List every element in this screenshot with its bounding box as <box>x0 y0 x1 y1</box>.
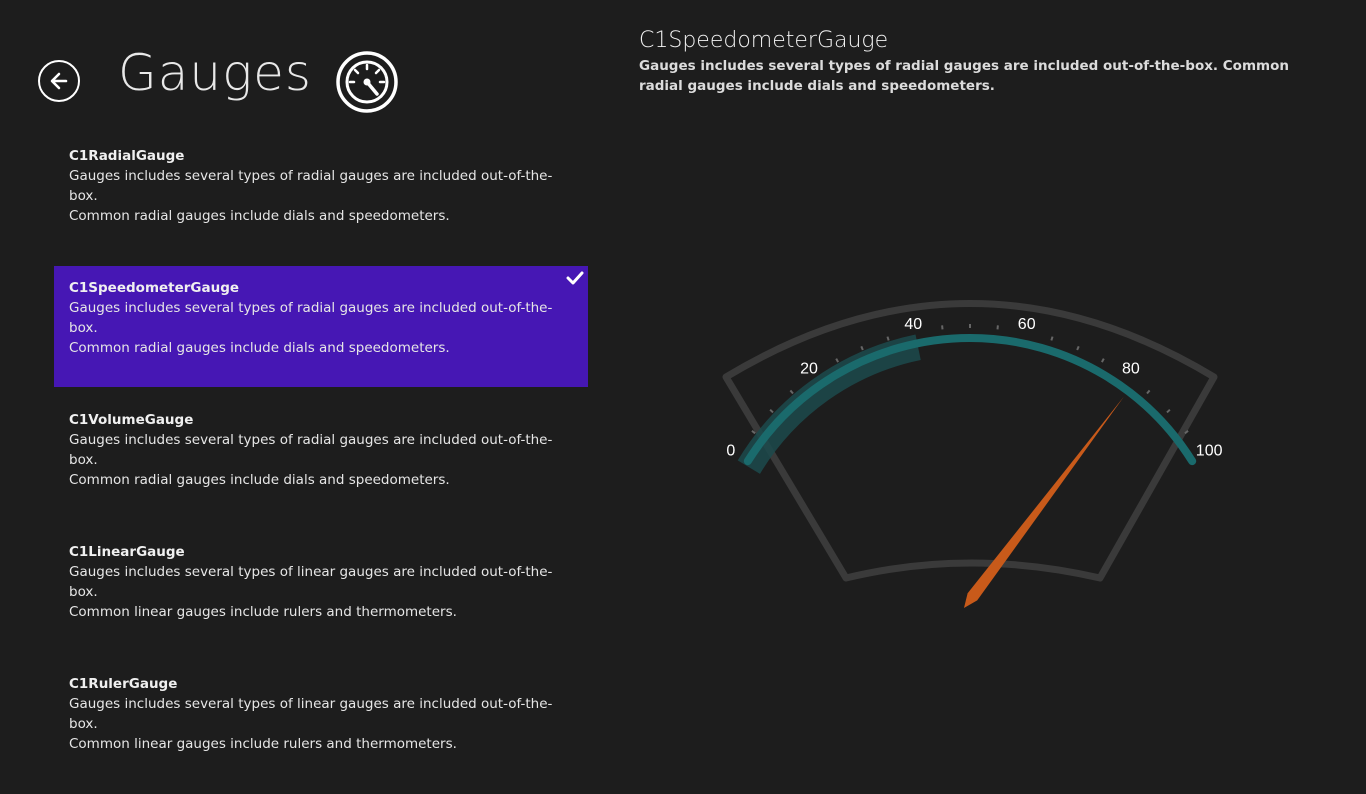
gauge-tick <box>1147 390 1150 393</box>
item-title: C1RulerGauge <box>69 674 573 694</box>
gauge-tick <box>861 346 863 350</box>
item-description-line-2: Common radial gauges include dials and s… <box>69 206 559 226</box>
item-description-line-1: Gauges includes several types of radial … <box>69 298 559 338</box>
gauge-tick <box>1077 346 1079 350</box>
detail-description: Gauges includes several types of radial … <box>639 56 1329 96</box>
item-description-line-2: Common radial gauges include dials and s… <box>69 470 559 490</box>
item-description-line-1: Gauges includes several types of radial … <box>69 166 559 206</box>
item-description-line-2: Common radial gauges include dials and s… <box>69 338 559 358</box>
gauge-frame <box>726 304 1214 579</box>
gauge-label: 60 <box>1018 316 1036 333</box>
list-item-linear-gauge[interactable]: C1LinearGauge Gauges includes several ty… <box>54 530 588 651</box>
item-description-line-2: Common linear gauges include rulers and … <box>69 602 559 622</box>
gauge-label: 40 <box>904 316 922 333</box>
gauge-range-band <box>749 347 918 467</box>
gauge-tick <box>770 410 773 413</box>
list-item-speedometer-gauge[interactable]: C1SpeedometerGauge Gauges includes sever… <box>54 266 588 387</box>
page-title: Gauges <box>118 48 312 98</box>
item-description-line-1: Gauges includes several types of linear … <box>69 694 559 734</box>
item-description-line-2: Common linear gauges include rulers and … <box>69 734 559 754</box>
checkmark-icon <box>566 270 584 286</box>
gauge-tick <box>836 359 838 362</box>
gauge-tick <box>1167 410 1170 413</box>
speedometer-gauge: 0 20 40 60 80 100 <box>700 270 1240 610</box>
item-title: C1VolumeGauge <box>69 410 573 430</box>
gauge-tick <box>887 337 888 341</box>
item-description-line-1: Gauges includes several types of linear … <box>69 562 559 602</box>
item-title: C1LinearGauge <box>69 542 573 562</box>
gauge-label: 80 <box>1122 360 1140 377</box>
gauge-label: 20 <box>800 360 818 377</box>
list-item-radial-gauge[interactable]: C1RadialGauge Gauges includes several ty… <box>54 134 588 255</box>
list-item-ruler-gauge[interactable]: C1RulerGauge Gauges includes several typ… <box>54 662 588 783</box>
list-item-volume-gauge[interactable]: C1VolumeGauge Gauges includes several ty… <box>54 398 588 519</box>
back-arrow-icon <box>48 70 70 92</box>
item-description-line-1: Gauges includes several types of radial … <box>69 430 559 470</box>
gauge-list: C1RadialGauge Gauges includes several ty… <box>54 134 588 794</box>
speedometer-icon <box>336 51 398 113</box>
gauge-tick <box>790 390 793 393</box>
gauge-tick <box>1102 359 1104 362</box>
back-button[interactable] <box>38 60 80 102</box>
gauge-label: 100 <box>1196 443 1223 460</box>
item-title: C1RadialGauge <box>69 146 573 166</box>
detail-title: C1SpeedometerGauge <box>639 28 888 54</box>
gauge-label: 0 <box>726 443 735 460</box>
gauge-tick <box>1051 337 1052 341</box>
item-title: C1SpeedometerGauge <box>69 278 573 298</box>
